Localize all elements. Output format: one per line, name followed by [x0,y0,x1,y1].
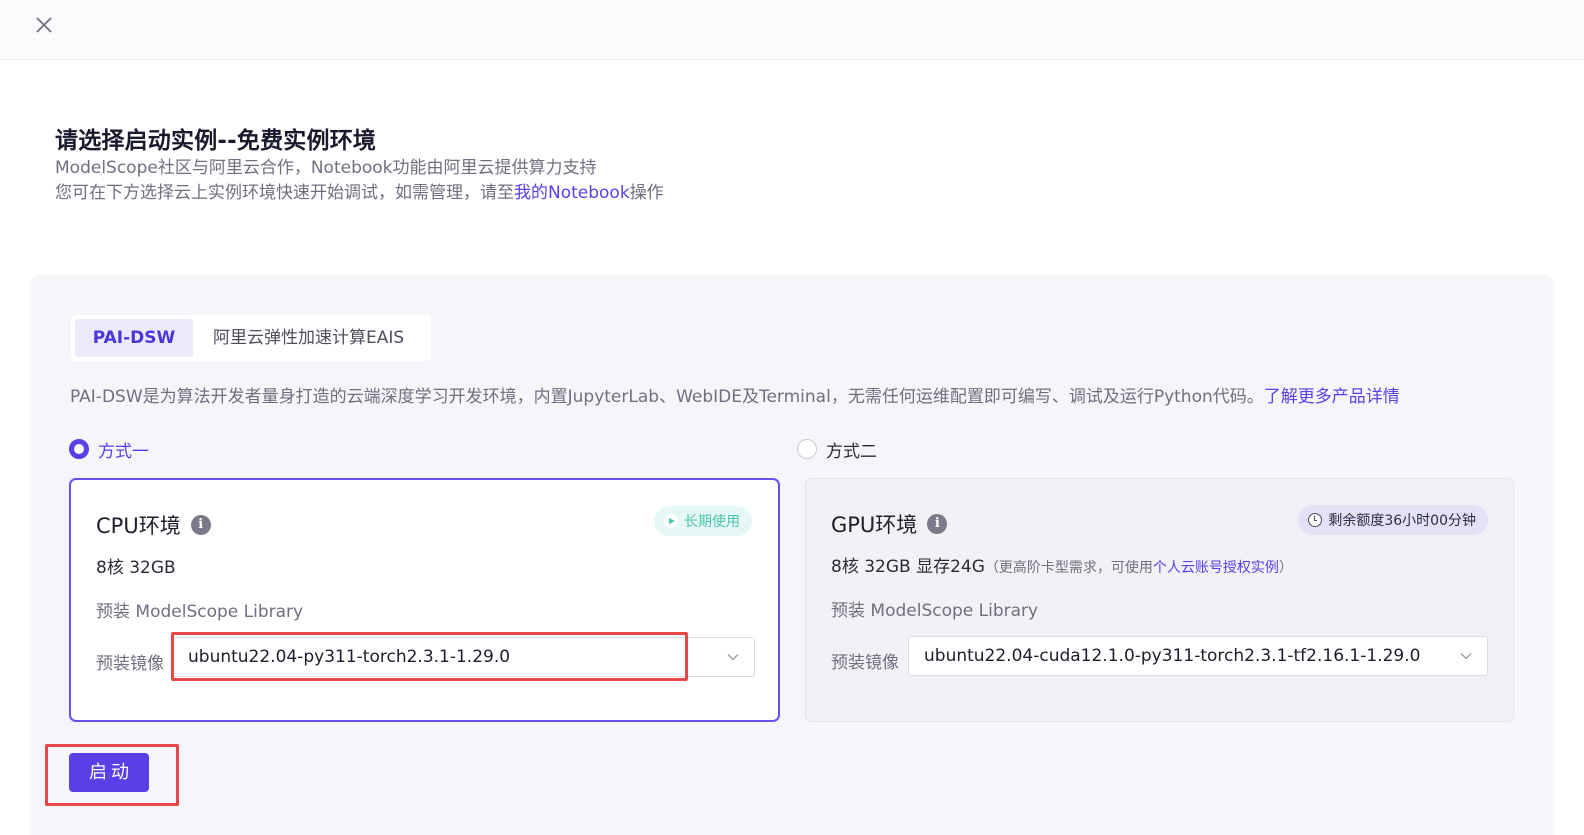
cpu-library: 预装 ModelScope Library [96,602,304,622]
tab-bar: PAI-DSW 阿里云弹性加速计算EAIS [71,315,431,361]
radio-unchecked-icon[interactable] [797,439,817,459]
quota-badge-text: 剩余额度36小时00分钟 [1328,513,1476,529]
page-title: 请选择启动实例--免费实例环境 [55,128,377,154]
intro-line-1: ModelScope社区与阿里云合作，Notebook功能由阿里云提供算力支持 [55,158,597,178]
gpu-spec-note-suffix: ） [1278,560,1293,576]
gpu-environment-card[interactable]: GPU环境 i 剩余额度36小时00分钟 8核 32GB 显存24G（更高阶卡型… [805,478,1514,722]
tab-eais[interactable]: 阿里云弹性加速计算EAIS [213,319,423,357]
cpu-image-label: 预装镜像 [96,654,164,674]
gpu-spec-note: （更高阶卡型需求，可使用个人云账号授权实例） [985,560,1293,576]
long-term-badge-text: 长期使用 [684,514,740,530]
product-description: PAI-DSW是为算法开发者量身打造的云端深度学习开发环境，内置JupyterL… [70,382,1400,407]
info-icon[interactable]: i [927,514,948,534]
quota-badge: 剩余额度36小时00分钟 [1298,505,1488,535]
chevron-down-icon [1460,653,1472,660]
gpu-spec: 8核 32GB 显存24G（更高阶卡型需求，可使用个人云账号授权实例） [831,552,1293,577]
start-button-highlight [45,744,179,806]
intro-line-2: 您可在下方选择云上实例环境快速开始调试，如需管理，请至我的Notebook操作 [55,178,664,203]
gpu-image-select[interactable]: ubuntu22.04-cuda12.1.0-py311-torch2.3.1-… [908,636,1488,676]
description-text: PAI-DSW是为算法开发者量身打造的云端深度学习开发环境，内置JupyterL… [70,387,1264,407]
my-notebook-link[interactable]: 我的Notebook [514,183,630,203]
cpu-card-title: CPU环境 i [96,510,211,540]
gpu-card-title-text: GPU环境 [831,513,918,537]
info-icon[interactable]: i [190,515,211,535]
chevron-down-icon [727,654,739,661]
cpu-spec: 8核 32GB [96,558,176,578]
tab-pai-dsw[interactable]: PAI-DSW [75,319,193,357]
cpu-card-title-text: CPU环境 [96,514,181,538]
personal-cloud-account-link[interactable]: 个人云账号授权实例 [1153,560,1279,576]
radio-option-2[interactable]: 方式二 [797,438,877,462]
radio-option-1-label: 方式一 [98,441,149,462]
image-select-highlight [171,632,688,681]
intro-line-2-suffix: 操作 [629,183,664,203]
gpu-library: 预装 ModelScope Library [831,601,1039,621]
cpu-environment-card[interactable]: CPU环境 i 长期使用 8核 32GB 预装 ModelScope Libra… [69,478,780,722]
radio-checked-icon[interactable] [69,439,89,459]
gpu-spec-note-prefix: （更高阶卡型需求，可使用 [984,560,1153,576]
long-term-badge: 长期使用 [654,506,752,536]
play-icon [664,514,678,528]
clock-icon [1308,513,1323,527]
radio-option-1[interactable]: 方式一 [69,438,149,462]
gpu-spec-text: 8核 32GB 显存24G [831,557,985,577]
close-icon[interactable] [32,13,56,37]
gpu-image-label: 预装镜像 [831,653,899,673]
gpu-card-title: GPU环境 i [831,509,948,539]
intro-line-2-prefix: 您可在下方选择云上实例环境快速开始调试，如需管理，请至 [55,183,514,203]
top-bar [0,0,1584,60]
gpu-image-value: ubuntu22.04-cuda12.1.0-py311-torch2.3.1-… [924,646,1421,666]
learn-more-link[interactable]: 了解更多产品详情 [1264,387,1400,407]
radio-option-2-label: 方式二 [826,441,877,462]
